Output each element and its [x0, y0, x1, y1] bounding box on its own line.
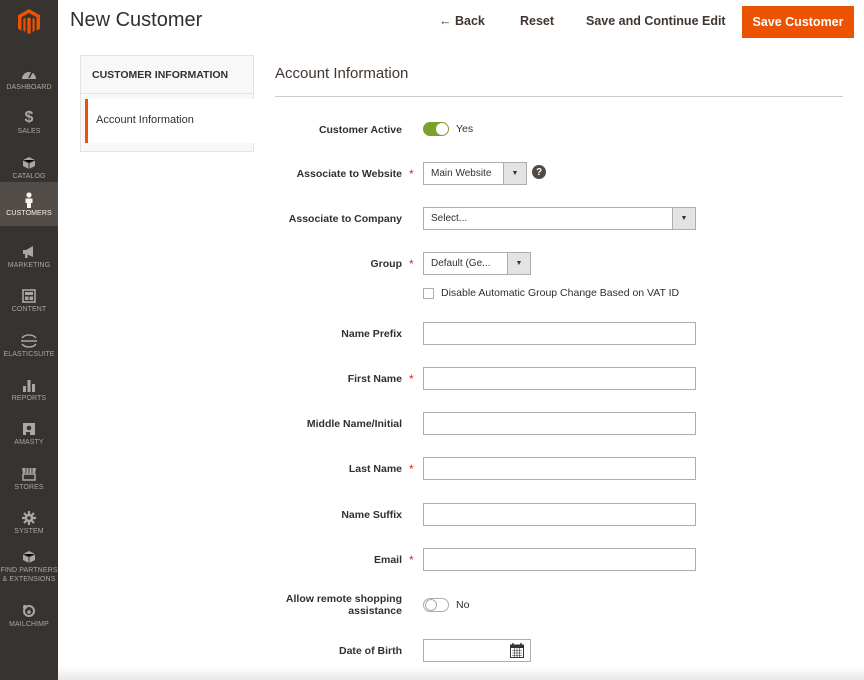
- page-title: New Customer: [70, 9, 203, 31]
- name-prefix-input[interactable]: [423, 322, 696, 345]
- toggle-value: No: [456, 599, 470, 611]
- customer-info-tabs: CUSTOMER INFORMATION Account Information: [80, 55, 254, 152]
- sidebar-item-system[interactable]: SYSTEM: [0, 500, 58, 544]
- sidebar-label: MARKETING: [7, 261, 51, 269]
- name-suffix-input[interactable]: [423, 503, 696, 526]
- admin-sidebar: DASHBOARD $ SALES CATALOG CUSTOMERS MARK…: [0, 0, 58, 680]
- middle-name-input[interactable]: [423, 412, 696, 435]
- sidebar-label: DASHBOARD: [6, 83, 52, 91]
- help-icon[interactable]: ?: [532, 165, 546, 179]
- website-select[interactable]: Main Website ▼: [423, 162, 527, 185]
- sidebar-label: AMASTY: [14, 438, 44, 446]
- required-marker: *: [409, 462, 414, 476]
- sidebar-label: ELASTICSUITE: [3, 350, 55, 358]
- toggle-knob: [436, 123, 448, 135]
- sidebar-item-sales[interactable]: $ SALES: [0, 100, 58, 144]
- field-label: Associate to Website: [296, 168, 402, 180]
- sidebar-item-customers[interactable]: CUSTOMERS: [0, 182, 58, 226]
- layout-icon: [22, 287, 36, 305]
- customer-active-toggle[interactable]: [423, 122, 449, 136]
- dashboard-icon: [21, 65, 37, 83]
- cube-icon: [22, 154, 36, 172]
- chevron-down-icon: ▼: [507, 253, 530, 274]
- field-label: Associate to Company: [288, 213, 402, 225]
- mailchimp-icon: [22, 602, 36, 620]
- chevron-down-icon: ▼: [672, 208, 695, 229]
- sidebar-label: CONTENT: [11, 305, 47, 313]
- sidebar-label: REPORTS: [11, 394, 47, 402]
- sidebar-label: SALES: [17, 127, 41, 135]
- field-label: Customer Active: [318, 124, 402, 136]
- field-label: Name Suffix: [341, 509, 402, 521]
- company-select[interactable]: Select... ▼: [423, 207, 696, 230]
- required-marker: *: [409, 257, 414, 271]
- partners-icon: [22, 548, 36, 566]
- field-label: Middle Name/Initial: [306, 418, 402, 430]
- sidebar-label: STORES: [14, 483, 44, 491]
- reset-button[interactable]: Reset: [520, 14, 554, 28]
- sidebar-item-partners[interactable]: FIND PARTNERS & EXTENSIONS: [0, 542, 58, 590]
- sidebar-item-amasty[interactable]: AMASTY: [0, 411, 58, 455]
- sidebar-label: CUSTOMERS: [6, 209, 52, 217]
- chevron-down-icon: ▼: [503, 163, 526, 184]
- sidebar-item-stores[interactable]: STORES: [0, 456, 58, 500]
- group-select[interactable]: Default (Ge... ▼: [423, 252, 531, 275]
- magento-logo[interactable]: [0, 0, 58, 44]
- save-continue-button[interactable]: Save and Continue Edit: [586, 14, 726, 28]
- sidebar-item-reports[interactable]: REPORTS: [0, 367, 58, 411]
- select-value: Default (Ge...: [431, 258, 491, 269]
- save-customer-button[interactable]: Save Customer: [742, 6, 854, 38]
- sidebar-label: FIND PARTNERS & EXTENSIONS: [0, 567, 58, 583]
- field-label: Name Prefix: [341, 328, 402, 340]
- megaphone-icon: [21, 243, 37, 261]
- gear-icon: [22, 509, 36, 527]
- field-label: Last Name: [348, 463, 402, 475]
- sidebar-label: MAILCHIMP: [9, 620, 49, 628]
- store-icon: [21, 465, 37, 483]
- dollar-icon: $: [24, 108, 34, 126]
- toggle-value: Yes: [456, 123, 474, 135]
- last-name-input[interactable]: [423, 457, 696, 480]
- page-header: New Customer ← Back Reset Save and Conti…: [58, 0, 864, 44]
- bar-chart-icon: [22, 376, 36, 394]
- sidebar-item-marketing[interactable]: MARKETING: [0, 234, 58, 278]
- section-title: Account Information: [275, 65, 409, 82]
- sidebar-label: SYSTEM: [14, 527, 44, 535]
- section-divider: [275, 96, 843, 97]
- calendar-icon[interactable]: [510, 643, 524, 663]
- person-icon: [24, 191, 34, 209]
- elastic-icon: [20, 332, 38, 350]
- field-label: Date of Birth: [339, 645, 402, 657]
- field-label-line1: Allow remote shopping: [285, 593, 402, 605]
- tab-account-information[interactable]: Account Information: [85, 99, 254, 143]
- first-name-input[interactable]: [423, 367, 696, 390]
- required-marker: *: [409, 553, 414, 567]
- select-value: Select...: [431, 213, 468, 224]
- field-label-line2: assistance: [348, 605, 402, 617]
- remote-assist-toggle[interactable]: [423, 598, 449, 612]
- required-marker: *: [409, 372, 414, 386]
- field-label: Group: [370, 258, 403, 270]
- sidebar-label: CATALOG: [12, 172, 46, 180]
- field-label: Email: [373, 554, 402, 566]
- tabs-title: CUSTOMER INFORMATION: [81, 56, 253, 94]
- back-button[interactable]: ← Back: [439, 14, 485, 28]
- dob-input[interactable]: [423, 639, 531, 662]
- bottom-fade: [58, 666, 864, 680]
- sidebar-item-mailchimp[interactable]: MAILCHIMP: [0, 593, 58, 637]
- disable-group-change-checkbox[interactable]: [423, 288, 434, 299]
- email-field[interactable]: [423, 548, 696, 571]
- amasty-icon: [21, 420, 37, 438]
- field-label: Allow remote shopping assistance: [286, 593, 402, 617]
- required-marker: *: [409, 167, 414, 181]
- sidebar-item-dashboard[interactable]: DASHBOARD: [0, 56, 58, 100]
- select-value: Main Website: [431, 168, 492, 179]
- sidebar-item-elasticsuite[interactable]: ELASTICSUITE: [0, 323, 58, 367]
- field-label: First Name: [347, 373, 402, 385]
- checkbox-label: Disable Automatic Group Change Based on …: [441, 287, 680, 299]
- sidebar-item-content[interactable]: CONTENT: [0, 278, 58, 322]
- toggle-knob: [425, 599, 437, 611]
